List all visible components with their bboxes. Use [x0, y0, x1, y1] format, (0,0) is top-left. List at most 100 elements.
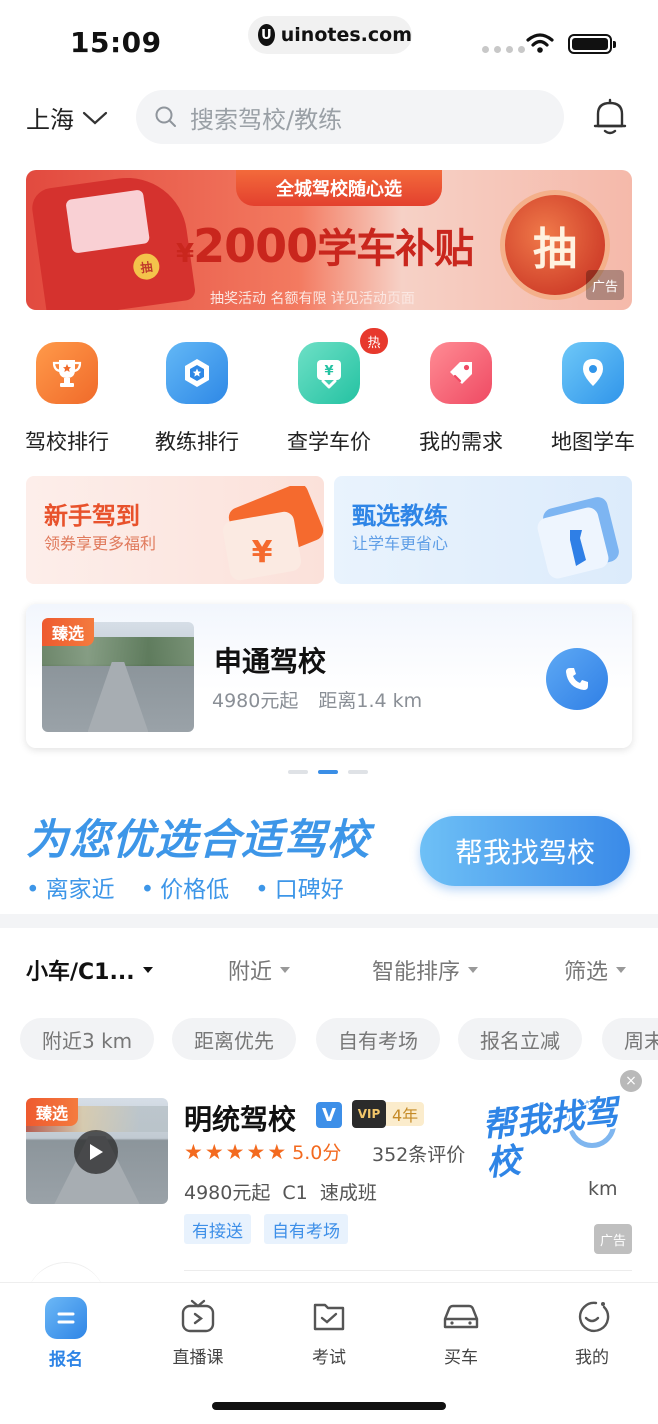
promo-card-coach[interactable]: 甄选教练 让学车更省心 [334, 476, 632, 584]
vip-badge: VIP 4年 [352, 1100, 425, 1128]
medal-icon [166, 342, 228, 404]
quick-menu-coach-ranking[interactable]: 教练排行 [132, 340, 262, 456]
battery-icon [568, 34, 616, 54]
filter-label: 小车/C1... [26, 960, 135, 985]
chip-weekend[interactable]: 周末 [602, 1018, 658, 1060]
recommend-title: 为您优选合适驾校 [26, 815, 371, 864]
quick-menu-check-price[interactable]: ¥ 查学车价 [264, 340, 394, 456]
quick-menu-map-learn[interactable]: 地图学车 [528, 340, 658, 456]
banner-text: 学车补贴 [317, 226, 474, 272]
ad-badge: 广告 [594, 1224, 632, 1254]
banner-amount: 2000 [193, 219, 318, 273]
chevron-down-icon [82, 111, 108, 124]
price-download-icon: ¥ [298, 342, 360, 404]
chip-own-test-site[interactable]: 自有考场 [316, 1018, 440, 1060]
star-icon: ★ [267, 1139, 287, 1164]
filter-nearby[interactable]: 附近 [228, 954, 291, 986]
rating-stars: ★ ★ ★ ★ ★ 5.0分 [184, 1138, 341, 1165]
tab-signup[interactable]: 报名 [11, 1297, 121, 1370]
promo-title: 甄选教练 [352, 502, 448, 530]
hot-badge: 热 [360, 328, 388, 354]
banner-tag: 全城驾校随心选 [236, 170, 442, 206]
tab-exam[interactable]: 考试 [274, 1297, 384, 1368]
quick-menu-label: 地图学车 [551, 430, 635, 454]
quick-menu-label: 教练排行 [155, 430, 239, 454]
close-ad-icon[interactable]: × [620, 1070, 642, 1092]
promo-banner[interactable]: 抽 全城驾校随心选 ¥2000学车补贴 抽奖活动 名额有限 详见活动页面 抽 广… [26, 170, 632, 310]
recommend-point: 口碑好 [255, 870, 344, 904]
filter-label: 附近 [228, 960, 273, 985]
featured-badge: 臻选 [26, 1098, 79, 1126]
school-price: 4980元起 [212, 690, 299, 712]
school-distance: 距离1.4 km [318, 690, 423, 712]
quick-menu: 驾校排行 教练排行 ¥ 查学车价 我的需求 地图学车 [0, 340, 658, 460]
star-icon: ★ [246, 1139, 266, 1164]
tab-profile[interactable]: 我的 [537, 1297, 647, 1368]
filter-license-type[interactable]: 小车/C1... [26, 954, 153, 986]
wifi-icon [526, 33, 554, 53]
map-pin-icon [562, 342, 624, 404]
url-pill[interactable]: U uinotes.com [248, 16, 412, 54]
url-text: uinotes.com [280, 24, 412, 46]
promo-subtitle: 让学车更省心 [352, 534, 449, 553]
promo-title: 新手驾到 [44, 502, 140, 530]
tab-buy-car[interactable]: 买车 [406, 1297, 516, 1368]
star-icon: ★ [204, 1139, 224, 1164]
tab-label: 考试 [312, 1348, 346, 1368]
red-envelope-icon: 抽 [29, 170, 197, 310]
star-icon: ★ [184, 1139, 203, 1164]
caret-down-icon [142, 967, 153, 973]
quick-menu-label: 我的需求 [419, 430, 503, 454]
row-divider [184, 1270, 632, 1271]
home-indicator [212, 1402, 446, 1410]
review-count: 352条评价 [372, 1144, 466, 1166]
search-input[interactable]: 搜索驾校/教练 [136, 90, 564, 144]
play-icon[interactable] [74, 1130, 118, 1174]
find-school-button[interactable]: 帮我找驾校 [420, 816, 630, 886]
chip-signup-discount[interactable]: 报名立减 [458, 1018, 582, 1060]
recommend-point: 离家近 [26, 870, 115, 904]
ad-badge: 广告 [586, 270, 624, 300]
promo-card-newbie[interactable]: 新手驾到 领券享更多福利 ¥ [26, 476, 324, 584]
tab-live-class[interactable]: 直播课 [143, 1297, 253, 1368]
tab-label: 报名 [49, 1350, 83, 1370]
exam-icon [309, 1297, 349, 1337]
call-button[interactable] [546, 648, 608, 710]
quick-menu-label: 查学车价 [287, 430, 371, 454]
school-meta: 4980元起 距离1.4 km [212, 686, 422, 713]
coupon-symbol: ¥ [252, 535, 273, 570]
tag-icon [430, 342, 492, 404]
tab-label: 买车 [444, 1348, 478, 1368]
featured-badge: 臻选 [42, 618, 95, 646]
city-selector[interactable]: 上海 [26, 100, 108, 135]
trophy-icon [36, 342, 98, 404]
bell-icon[interactable] [592, 98, 628, 136]
profile-icon [572, 1297, 612, 1337]
recommend-point: 价格低 [141, 870, 229, 904]
floating-find-school-ad[interactable]: 帮我找驾校 [480, 1092, 626, 1196]
rating-score: 5.0分 [292, 1142, 342, 1164]
school-price: 4980元起 [184, 1182, 271, 1204]
school-meta: 4980元起 C1 速成班 [184, 1178, 377, 1205]
site-logo-icon: U [258, 24, 275, 46]
banner-headline: ¥2000学车补贴 [176, 216, 474, 274]
quick-menu-my-needs[interactable]: 我的需求 [396, 340, 526, 456]
chip-distance-first[interactable]: 距离优先 [172, 1018, 296, 1060]
school-name: 明统驾校 [184, 1103, 297, 1136]
featured-school-card[interactable]: 臻选 申通驾校 4980元起 距离1.4 km [26, 604, 632, 748]
floating-ad-text: 帮我找驾校 [480, 1092, 620, 1185]
recommend-points: 离家近 价格低 口碑好 [26, 870, 344, 904]
status-bar: 15:09 U uinotes.com [0, 0, 658, 80]
filter-smart-sort[interactable]: 智能排序 [372, 954, 479, 986]
promo-subtitle: 领券享更多福利 [44, 534, 157, 553]
tab-label: 我的 [575, 1348, 609, 1368]
caret-down-icon [616, 967, 627, 973]
school-tag: 自有考场 [264, 1214, 348, 1244]
section-divider [0, 914, 658, 928]
quick-menu-school-ranking[interactable]: 驾校排行 [2, 340, 132, 456]
coin-icon: 抽 [131, 251, 162, 282]
chip-nearby-3km[interactable]: 附近3 km [20, 1018, 155, 1060]
filter-screen[interactable]: 筛选 [564, 954, 627, 986]
filter-bar: 小车/C1... 附近 智能排序 筛选 [0, 944, 658, 994]
caret-down-icon [280, 967, 291, 973]
